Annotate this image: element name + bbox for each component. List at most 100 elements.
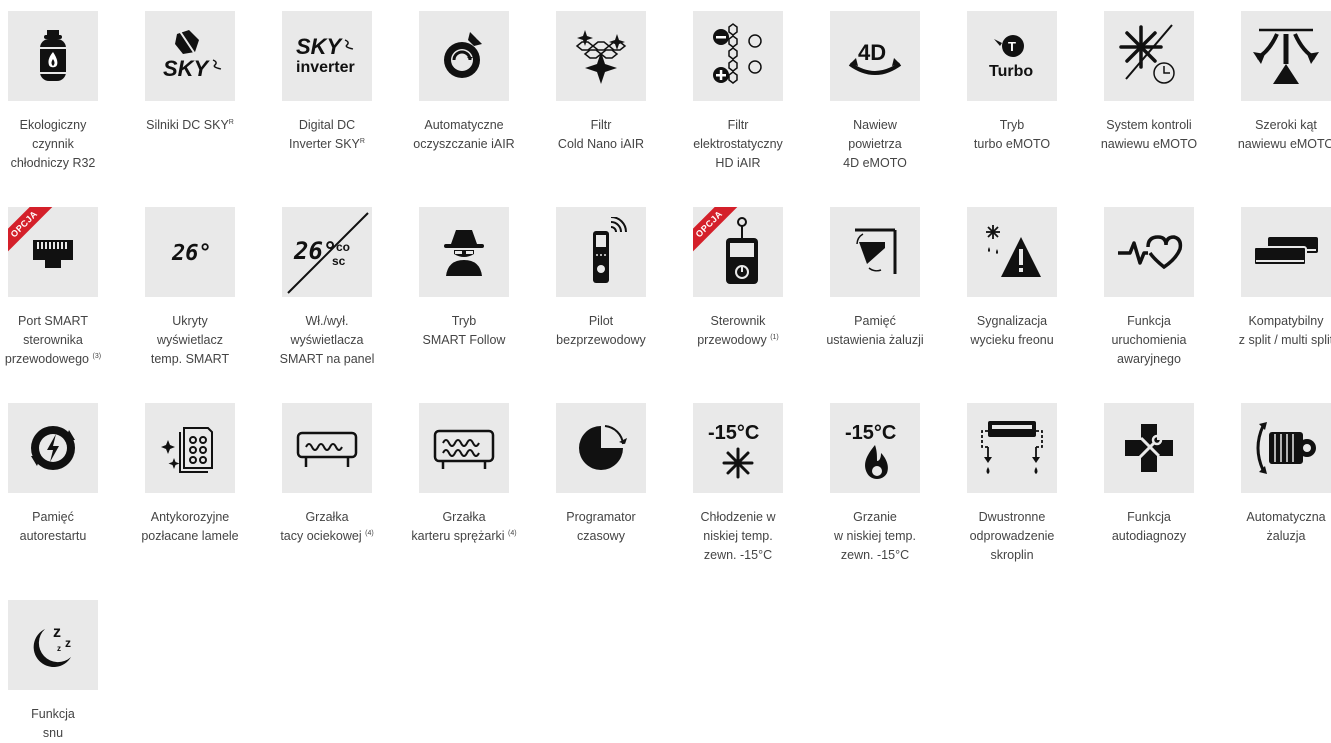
feature-item: T Turbo Tryb turbo eMOTO: [947, 11, 1077, 154]
feature-item: Dwustronne odprowadzenie skroplin: [947, 403, 1077, 565]
feature-label: Automatyczne oczyszczanie iAIR: [413, 118, 515, 151]
low-temp-cooling-icon: -15°C: [708, 422, 759, 479]
feature-tile: [8, 403, 98, 493]
feature-tile: 26° co sc: [282, 207, 372, 297]
feature-label: Dwustronne odprowadzenie skroplin: [969, 510, 1055, 562]
sleep-z-text: z: [57, 644, 61, 653]
airflow-control-timer-icon: [1119, 24, 1175, 84]
feature-item: OPCJA Sterownik przewodowy (1): [673, 207, 803, 350]
feature-label: System kontroli nawiewu eMOTO: [1100, 118, 1198, 151]
wireless-remote-icon: [593, 217, 627, 283]
louver-memory-icon: [855, 228, 897, 274]
feature-item: Ekologiczny czynnik chłodniczy R32: [0, 11, 118, 173]
sleep-moon-icon: z z z: [33, 624, 71, 668]
hidden-display-icon: 26°: [171, 241, 212, 266]
feature-label: Kompatybilny z split / multi split: [1238, 314, 1331, 347]
feature-item: -15°C Chłodzenie w niskiej temp. zewn. -…: [673, 403, 803, 565]
sky-logo-text: SKY: [163, 56, 211, 81]
feature-tile: [282, 403, 372, 493]
refrigerant-leak-warning-icon: [986, 225, 1041, 277]
feature-tile: z z z: [8, 600, 98, 690]
feature-item: Grzałka tacy ociekowej (4): [262, 403, 392, 546]
feature-item: Tryb SMART Follow: [399, 207, 529, 350]
feature-item: Pamięć ustawienia żaluzji: [810, 207, 940, 350]
feature-item: Szeroki kąt nawiewu eMOTO: [1221, 11, 1331, 154]
feature-item: 26° Ukryty wyświetlacz temp. SMART: [125, 207, 255, 369]
feature-item: Funkcja autodiagnozy: [1084, 403, 1214, 546]
feature-label: Nawiew powietrza 4D eMOTO: [843, 118, 907, 170]
smart-follow-spy-icon: [444, 230, 484, 276]
feature-label: Ukryty wyświetlacz temp. SMART: [150, 314, 230, 366]
feature-tile: [1104, 403, 1194, 493]
feature-label: Grzałka tacy ociekowej (4): [280, 510, 374, 543]
feature-item: Filtr Cold Nano iAIR: [536, 11, 666, 154]
sleep-z-text: z: [65, 636, 71, 650]
temperature-text: -15°C: [708, 422, 759, 444]
feature-item: -15°C Grzanie w niskiej temp. zewn. -15°…: [810, 403, 940, 565]
feature-item: Programator czasowy: [536, 403, 666, 546]
drain-pan-heater-icon: [296, 431, 358, 467]
display-digits-text: 26°: [171, 241, 212, 266]
turbo-logo-text: Turbo: [989, 63, 1033, 80]
feature-tile: [145, 403, 235, 493]
4d-logo-text: 4D: [858, 40, 886, 65]
feature-tile: [556, 11, 646, 101]
feature-label: Funkcja snu: [31, 707, 75, 740]
feature-grid: Ekologiczny czynnik chłodniczy R32 SKY S…: [0, 0, 1331, 740]
feature-label: Automatyczna żaluzja: [1246, 510, 1326, 543]
split-multisplit-icon: [1253, 237, 1318, 266]
feature-label: Tryb SMART Follow: [422, 314, 506, 347]
sleep-z-text: z: [53, 624, 61, 641]
feature-tile: [556, 207, 646, 297]
feature-label: Grzanie w niskiej temp. zewn. -15°C: [834, 510, 916, 562]
feature-item: 4D Nawiew powietrza 4D eMOTO: [810, 11, 940, 173]
feature-label: Filtr Cold Nano iAIR: [557, 118, 645, 151]
feature-item: Funkcja uruchomienia awaryjnego: [1084, 207, 1214, 369]
feature-label: Funkcja uruchomienia awaryjnego: [1111, 314, 1187, 366]
turbo-t-text: T: [1008, 39, 1016, 54]
feature-tile: [1104, 11, 1194, 101]
feature-item: System kontroli nawiewu eMOTO: [1084, 11, 1214, 154]
feature-item: Pilot bezprzewodowy: [536, 207, 666, 350]
feature-tile: [419, 11, 509, 101]
feature-tile: 4D: [830, 11, 920, 101]
emergency-start-heart-icon: [1118, 235, 1183, 270]
inverter-logo-text: inverter: [296, 59, 355, 76]
temperature-text: -15°C: [845, 422, 896, 444]
feature-tile: T Turbo: [967, 11, 1057, 101]
crankcase-heater-icon: [433, 429, 495, 469]
feature-item: Pamięć autorestartu: [0, 403, 118, 546]
sky-dc-motor-icon: SKY: [163, 29, 222, 81]
feature-label: Chłodzenie w niskiej temp. zewn. -15°C: [700, 510, 776, 562]
feature-tile: [8, 11, 98, 101]
feature-label: Digital DC Inverter SKYR: [289, 118, 365, 151]
gold-fins-icon: [161, 427, 213, 473]
feature-label: Sterownik przewodowy (1): [697, 314, 779, 347]
feature-tile: [830, 207, 920, 297]
auto-louver-icon: [1256, 422, 1316, 474]
gas-cylinder-flame-icon: [40, 30, 66, 81]
feature-label: Antykorozyjne pozłacane lamele: [141, 510, 239, 543]
feature-label: Pilot bezprzewodowy: [556, 314, 646, 347]
feature-item: z z z Funkcja snu: [0, 600, 118, 743]
feature-item: Filtr elektrostatyczny HD iAIR: [673, 11, 803, 173]
feature-item: SKY Silniki DC SKYR: [125, 11, 255, 135]
feature-item: Automatyczna żaluzja: [1221, 403, 1331, 546]
feature-label: Pamięć ustawienia żaluzji: [826, 314, 924, 347]
feature-tile: -15°C: [693, 403, 783, 493]
feature-label: Funkcja autodiagnozy: [1111, 510, 1187, 543]
timer-pie-icon: [579, 425, 627, 470]
feature-tile: [556, 403, 646, 493]
feature-label: Szeroki kąt nawiewu eMOTO: [1237, 118, 1331, 151]
feature-tile: [1241, 403, 1331, 493]
feature-tile: [967, 207, 1057, 297]
auto-restart-icon: [31, 426, 75, 470]
feature-item: Automatyczne oczyszczanie iAIR: [399, 11, 529, 154]
feature-label: Port SMART sterownika przewodowego (3): [4, 314, 102, 366]
feature-tile: SKY inverter: [282, 11, 372, 101]
feature-label: Sygnalizacja wycieku freonu: [970, 314, 1054, 347]
feature-tile: 26°: [145, 207, 235, 297]
feature-label: Wł./wył. wyświetlacza SMART na panel: [279, 314, 375, 366]
electrostatic-filter-icon: [713, 23, 762, 84]
feature-tile: [967, 403, 1057, 493]
